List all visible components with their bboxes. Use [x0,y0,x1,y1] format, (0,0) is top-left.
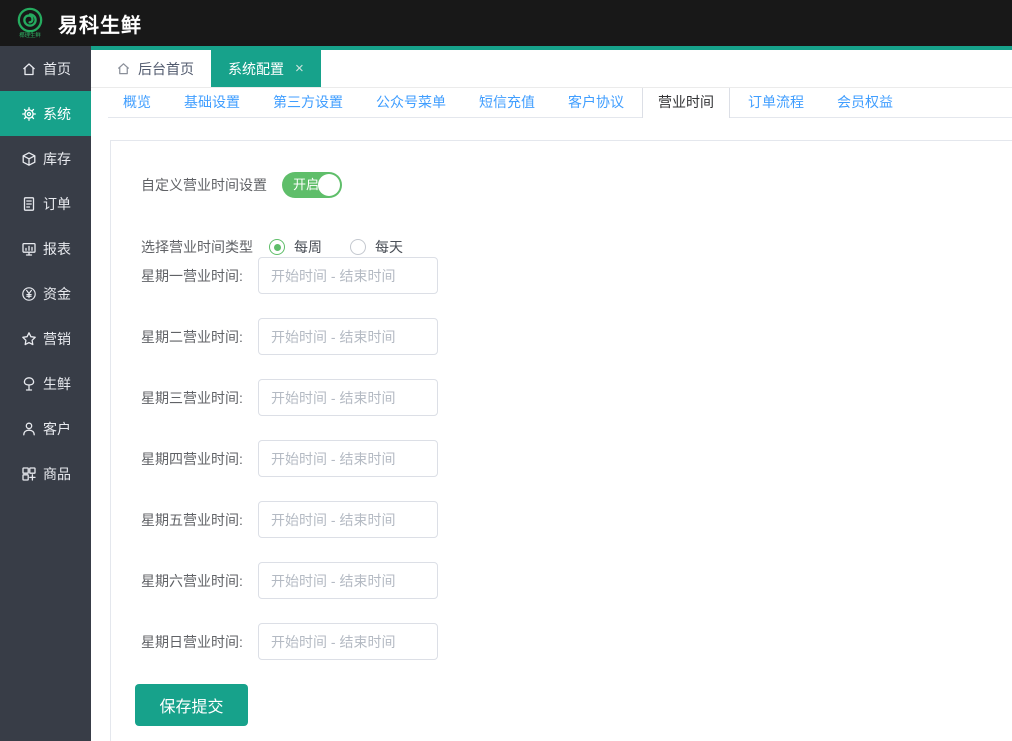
radio-unselected-icon [350,239,366,255]
thursday-hours-row: 星期四营业时间: [141,440,1012,477]
tab-order-flow[interactable]: 订单流程 [733,88,819,118]
sidebar-item-label: 营销 [43,329,71,349]
thursday-hours-label: 星期四营业时间: [141,449,258,469]
cube-icon [21,151,37,167]
home-icon [116,61,131,76]
logo-subtext: 椰理生鲜 [19,33,41,39]
sidebar-item-label: 首页 [43,59,71,79]
thursday-hours-input[interactable] [258,440,438,477]
logo-spiral-icon [17,7,43,33]
tab-overview[interactable]: 概览 [108,88,166,118]
radio-option-label: 每天 [375,237,403,257]
sidebar-item-marketing[interactable]: 营销 [0,316,91,361]
home-icon [21,61,37,77]
tab-system-config[interactable]: 系统配置 × [211,50,321,87]
radio-option-daily[interactable]: 每天 [350,237,403,257]
tab-thirdparty-settings[interactable]: 第三方设置 [258,88,358,118]
radio-option-label: 每周 [294,237,322,257]
sidebar-item-reports[interactable]: 报表 [0,226,91,271]
sidebar-item-label: 订单 [43,194,71,214]
top-bar: 椰理生鲜 易科生鲜 [0,0,1012,46]
user-icon [21,421,37,437]
app-logo: 椰理生鲜 [8,7,52,40]
grid-icon [21,466,37,482]
yen-circle-icon [21,286,37,302]
tuesday-hours-label: 星期二营业时间: [141,327,258,347]
gear-icon [21,106,37,122]
radio-option-weekly[interactable]: 每周 [269,237,322,257]
sidebar-item-funds[interactable]: 资金 [0,271,91,316]
custom-hours-toggle-row: 自定义营业时间设置 开启 [141,172,1012,198]
sidebar-item-inventory[interactable]: 库存 [0,136,91,181]
chart-board-icon [21,241,37,257]
tab-backend-home[interactable]: 后台首页 [99,50,211,87]
wednesday-hours-input[interactable] [258,379,438,416]
tab-basic-settings[interactable]: 基础设置 [169,88,255,118]
wednesday-hours-label: 星期三营业时间: [141,388,258,408]
monday-hours-input[interactable] [258,257,438,294]
friday-hours-label: 星期五营业时间: [141,510,258,530]
sunday-hours-label: 星期日营业时间: [141,632,258,652]
tab-label: 后台首页 [138,59,194,79]
window-tab-bar: 后台首页 系统配置 × [91,46,1012,88]
toggle-on-label: 开启 [293,172,319,198]
sidebar-item-system[interactable]: 系统 [0,91,91,136]
hours-type-radio-row: 选择营业时间类型 每周 每天 [141,237,1012,257]
sidebar-item-label: 生鲜 [43,374,71,394]
tab-official-account-menu[interactable]: 公众号菜单 [361,88,461,118]
app-window: 椰理生鲜 易科生鲜 首页 系统 库存 订单 报表 资金 [0,0,1012,741]
sidebar-item-label: 商品 [43,464,71,484]
tree-icon [21,376,37,392]
radio-selected-icon [269,239,285,255]
monday-hours-label: 星期一营业时间: [141,266,258,286]
tuesday-hours-input[interactable] [258,318,438,355]
business-hours-panel: 自定义营业时间设置 开启 选择营业时间类型 每周 每天 星期一营业时间: 星期二… [110,140,1012,741]
tab-member-benefits[interactable]: 会员权益 [822,88,908,118]
saturday-hours-row: 星期六营业时间: [141,562,1012,599]
monday-hours-row: 星期一营业时间: [141,257,1012,294]
app-title: 易科生鲜 [58,9,142,38]
document-icon [21,196,37,212]
custom-hours-toggle[interactable]: 开启 [282,172,342,198]
sidebar-item-fresh[interactable]: 生鲜 [0,361,91,406]
sunday-hours-input[interactable] [258,623,438,660]
toggle-knob [318,174,340,196]
sidebar-item-label: 客户 [43,419,71,439]
settings-tab-bar: 概览 基础设置 第三方设置 公众号菜单 短信充值 客户协议 营业时间 订单流程 … [108,88,1012,118]
sidebar: 首页 系统 库存 订单 报表 资金 营销 生鲜 [0,46,91,741]
sidebar-item-orders[interactable]: 订单 [0,181,91,226]
sidebar-item-label: 资金 [43,284,71,304]
sidebar-item-products[interactable]: 商品 [0,451,91,496]
tuesday-hours-row: 星期二营业时间: [141,318,1012,355]
friday-hours-row: 星期五营业时间: [141,501,1012,538]
star-icon [21,331,37,347]
tab-customer-agreement[interactable]: 客户协议 [553,88,639,118]
sunday-hours-row: 星期日营业时间: [141,623,1012,660]
friday-hours-input[interactable] [258,501,438,538]
save-submit-button[interactable]: 保存提交 [135,684,248,726]
sidebar-item-label: 报表 [43,239,71,259]
sidebar-item-label: 库存 [43,149,71,169]
tab-business-hours[interactable]: 营业时间 [642,88,730,118]
tab-label: 系统配置 [228,59,284,79]
sidebar-item-label: 系统 [43,104,71,124]
saturday-hours-input[interactable] [258,562,438,599]
tab-sms-recharge[interactable]: 短信充值 [464,88,550,118]
sidebar-item-home[interactable]: 首页 [0,46,91,91]
close-icon[interactable]: × [295,61,304,76]
toggle-row-label: 自定义营业时间设置 [141,175,267,195]
wednesday-hours-row: 星期三营业时间: [141,379,1012,416]
sidebar-item-customers[interactable]: 客户 [0,406,91,451]
saturday-hours-label: 星期六营业时间: [141,571,258,591]
radio-row-label: 选择营业时间类型 [141,237,253,257]
